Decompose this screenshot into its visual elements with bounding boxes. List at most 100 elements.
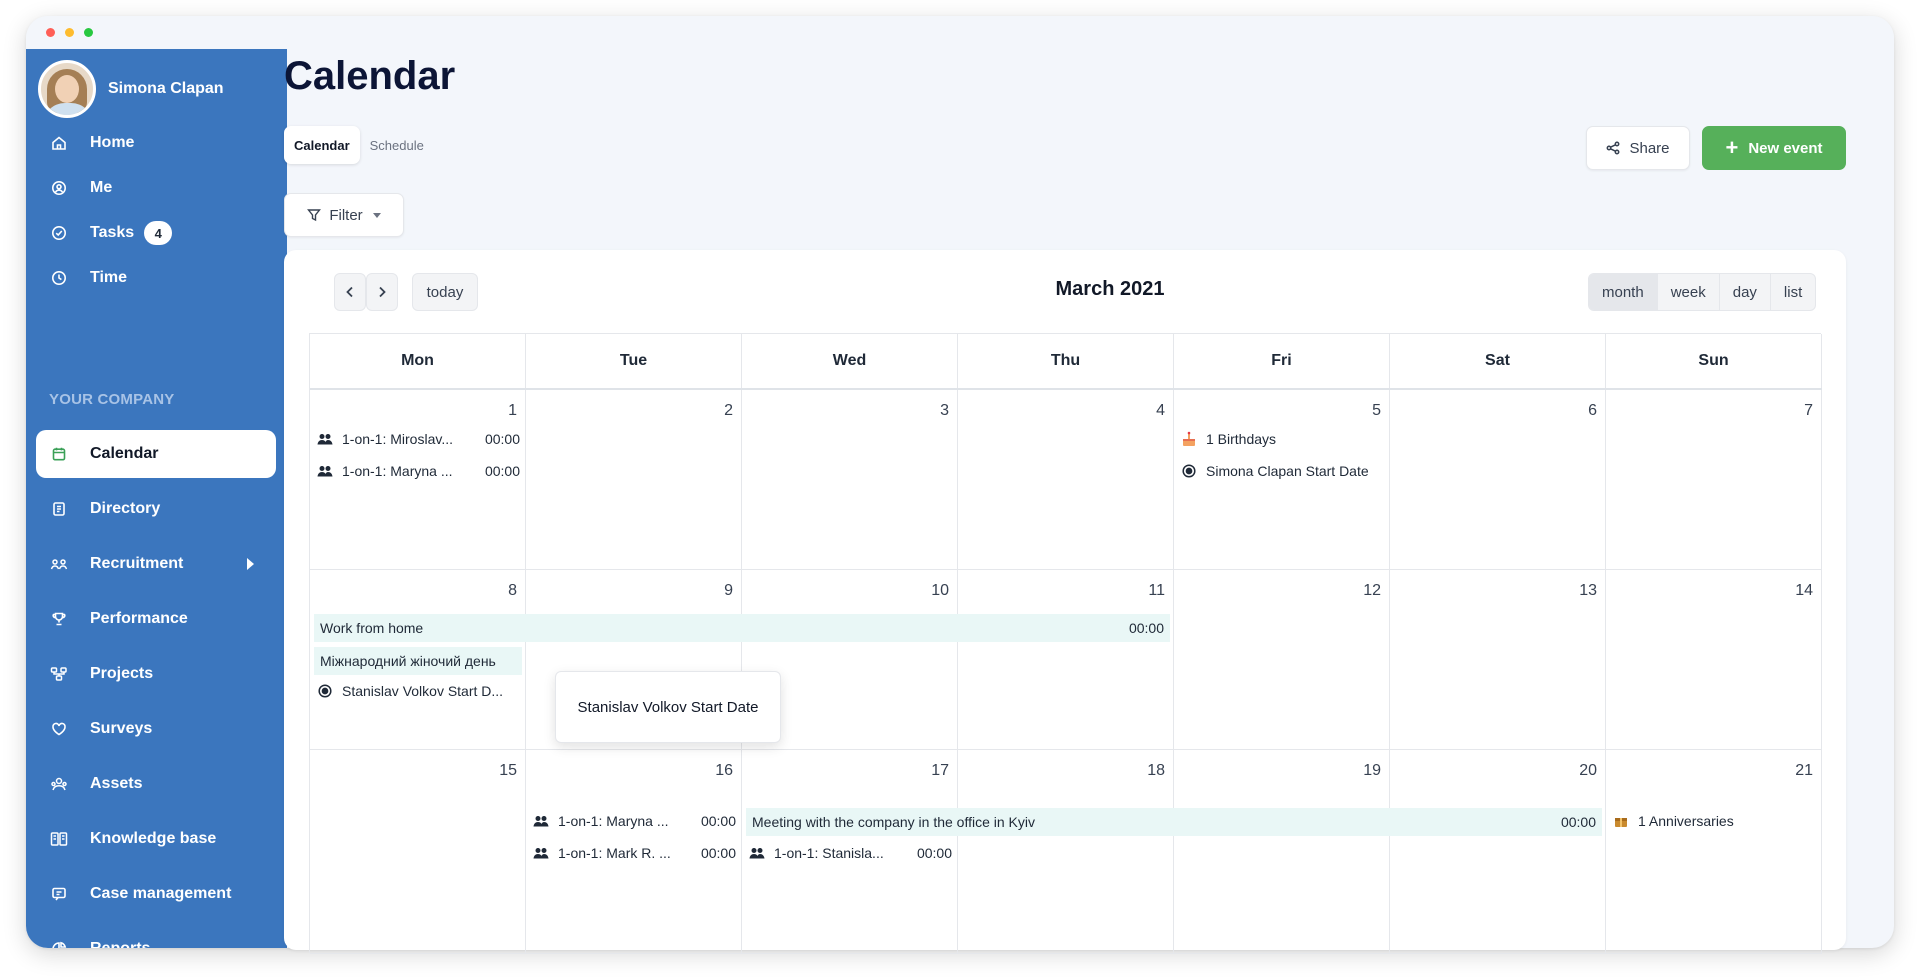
- sidebar-item-projects[interactable]: Projects: [36, 650, 276, 698]
- event-time: 00:00: [700, 845, 736, 861]
- day-number[interactable]: 3: [940, 402, 949, 420]
- event-title: Work from home: [320, 620, 424, 636]
- day-cell[interactable]: 3: [742, 390, 958, 570]
- new-event-button[interactable]: + New event: [1702, 126, 1846, 170]
- sidebar-item-recruitment[interactable]: Recruitment: [36, 540, 276, 588]
- day-cell[interactable]: 18: [958, 750, 1174, 954]
- calendar-icon: [48, 443, 70, 465]
- weekday-header: Tue: [526, 334, 742, 388]
- share-label: Share: [1629, 139, 1670, 157]
- day-number[interactable]: 19: [1363, 762, 1381, 780]
- day-number[interactable]: 17: [931, 762, 949, 780]
- pie-chart-icon: [48, 938, 70, 948]
- sidebar-item-tasks[interactable]: Tasks 4: [36, 209, 276, 257]
- sidebar-item-reports[interactable]: Reports: [36, 925, 276, 948]
- sidebar-item-directory[interactable]: Directory: [36, 485, 276, 533]
- day-cell[interactable]: 6: [1390, 390, 1606, 570]
- sidebar-item-label: Knowledge base: [90, 830, 217, 847]
- calendar-event[interactable]: 1-on-1: Maryna ... 00:00: [316, 458, 520, 484]
- day-number[interactable]: 5: [1372, 402, 1381, 420]
- day-cell[interactable]: 7: [1606, 390, 1822, 570]
- day-number[interactable]: 21: [1795, 762, 1813, 780]
- home-icon: [48, 132, 70, 154]
- sidebar-item-surveys[interactable]: Surveys: [36, 705, 276, 753]
- view-day-button[interactable]: day: [1720, 274, 1771, 310]
- day-cell[interactable]: 15: [310, 750, 526, 954]
- tab-calendar[interactable]: Calendar: [284, 126, 360, 164]
- sidebar-item-label: Home: [90, 134, 135, 151]
- calendar-event[interactable]: 1-on-1: Maryna ... 00:00: [532, 808, 736, 834]
- people-icon: [532, 844, 550, 862]
- tab-schedule[interactable]: Schedule: [360, 126, 434, 164]
- next-month-button[interactable]: [366, 273, 398, 311]
- calendar-event[interactable]: Simona Clapan Start Date: [1180, 458, 1384, 484]
- prev-month-button[interactable]: [334, 273, 366, 311]
- day-cell[interactable]: 11: [958, 570, 1174, 750]
- sidebar-item-performance[interactable]: Performance: [36, 595, 276, 643]
- today-button[interactable]: today: [412, 273, 478, 311]
- day-cell[interactable]: 14: [1606, 570, 1822, 750]
- clock-icon: [48, 267, 70, 289]
- sidebar-item-assets[interactable]: Assets: [36, 760, 276, 808]
- calendar-event[interactable]: 1-on-1: Mark R. ... 00:00: [532, 840, 736, 866]
- day-number[interactable]: 2: [724, 402, 733, 420]
- day-cell[interactable]: 20: [1390, 750, 1606, 954]
- sidebar-item-calendar[interactable]: Calendar: [36, 430, 276, 478]
- day-number[interactable]: 8: [508, 582, 517, 600]
- close-window-button[interactable]: [46, 28, 55, 37]
- day-number[interactable]: 7: [1804, 402, 1813, 420]
- minimize-window-button[interactable]: [65, 28, 74, 37]
- filter-label: Filter: [329, 206, 363, 224]
- calendar-event[interactable]: Міжнародний жіночий день: [314, 647, 522, 675]
- people-icon: [316, 430, 334, 448]
- day-number[interactable]: 16: [715, 762, 733, 780]
- share-button[interactable]: Share: [1586, 126, 1690, 170]
- day-cell[interactable]: 19: [1174, 750, 1390, 954]
- sidebar-item-home[interactable]: Home: [36, 119, 276, 167]
- trophy-icon: [48, 608, 70, 630]
- calendar-event[interactable]: 1-on-1: Stanisla... 00:00: [748, 840, 952, 866]
- day-number[interactable]: 14: [1795, 582, 1813, 600]
- day-number[interactable]: 4: [1156, 402, 1165, 420]
- sidebar-item-time[interactable]: Time: [36, 254, 276, 302]
- chevron-left-icon: [346, 286, 353, 298]
- sidebar-item-label: Calendar: [90, 445, 159, 462]
- day-number[interactable]: 20: [1579, 762, 1597, 780]
- view-list-button[interactable]: list: [1771, 274, 1815, 310]
- avatar[interactable]: [38, 60, 96, 118]
- day-cell[interactable]: 2: [526, 390, 742, 570]
- day-number[interactable]: 12: [1363, 582, 1381, 600]
- calendar-event[interactable]: 1 Birthdays: [1180, 426, 1384, 452]
- day-cell[interactable]: 4: [958, 390, 1174, 570]
- maximize-window-button[interactable]: [84, 28, 93, 37]
- multi-day-event[interactable]: Meeting with the company in the office i…: [746, 808, 1602, 836]
- people-icon: [748, 844, 766, 862]
- day-cell[interactable]: 12: [1174, 570, 1390, 750]
- calendar-grid: Mon Tue Wed Thu Fri Sat Sun 1 2 3 4 5 6 …: [309, 333, 1822, 954]
- directory-icon: [48, 498, 70, 520]
- filter-button[interactable]: Filter: [284, 193, 404, 237]
- sidebar-item-knowledge-base[interactable]: Knowledge base: [36, 815, 276, 863]
- day-number[interactable]: 6: [1588, 402, 1597, 420]
- day-number[interactable]: 15: [499, 762, 517, 780]
- day-number[interactable]: 18: [1147, 762, 1165, 780]
- calendar-event[interactable]: 1 Anniversaries: [1612, 808, 1816, 834]
- view-month-button[interactable]: month: [1589, 274, 1658, 310]
- day-number[interactable]: 11: [1148, 582, 1165, 600]
- user-profile[interactable]: Simona Clapan: [38, 59, 224, 119]
- view-week-button[interactable]: week: [1658, 274, 1720, 310]
- day-number[interactable]: 13: [1579, 582, 1597, 600]
- calendar-event[interactable]: 1-on-1: Miroslav... 00:00: [316, 426, 520, 452]
- filter-icon: [307, 209, 322, 222]
- day-number[interactable]: 9: [724, 582, 733, 600]
- day-cell[interactable]: 21: [1606, 750, 1822, 954]
- sidebar-item-label: Performance: [90, 610, 188, 627]
- sidebar-item-me[interactable]: Me: [36, 164, 276, 212]
- event-popover: Stanislav Volkov Start Date: [555, 671, 781, 743]
- multi-day-event[interactable]: Work from home 00:00: [314, 614, 1170, 642]
- sidebar-item-case-management[interactable]: Case management: [36, 870, 276, 918]
- calendar-event[interactable]: Stanislav Volkov Start D...: [316, 678, 520, 704]
- day-number[interactable]: 10: [931, 582, 949, 600]
- day-number[interactable]: 1: [508, 402, 517, 420]
- day-cell[interactable]: 13: [1390, 570, 1606, 750]
